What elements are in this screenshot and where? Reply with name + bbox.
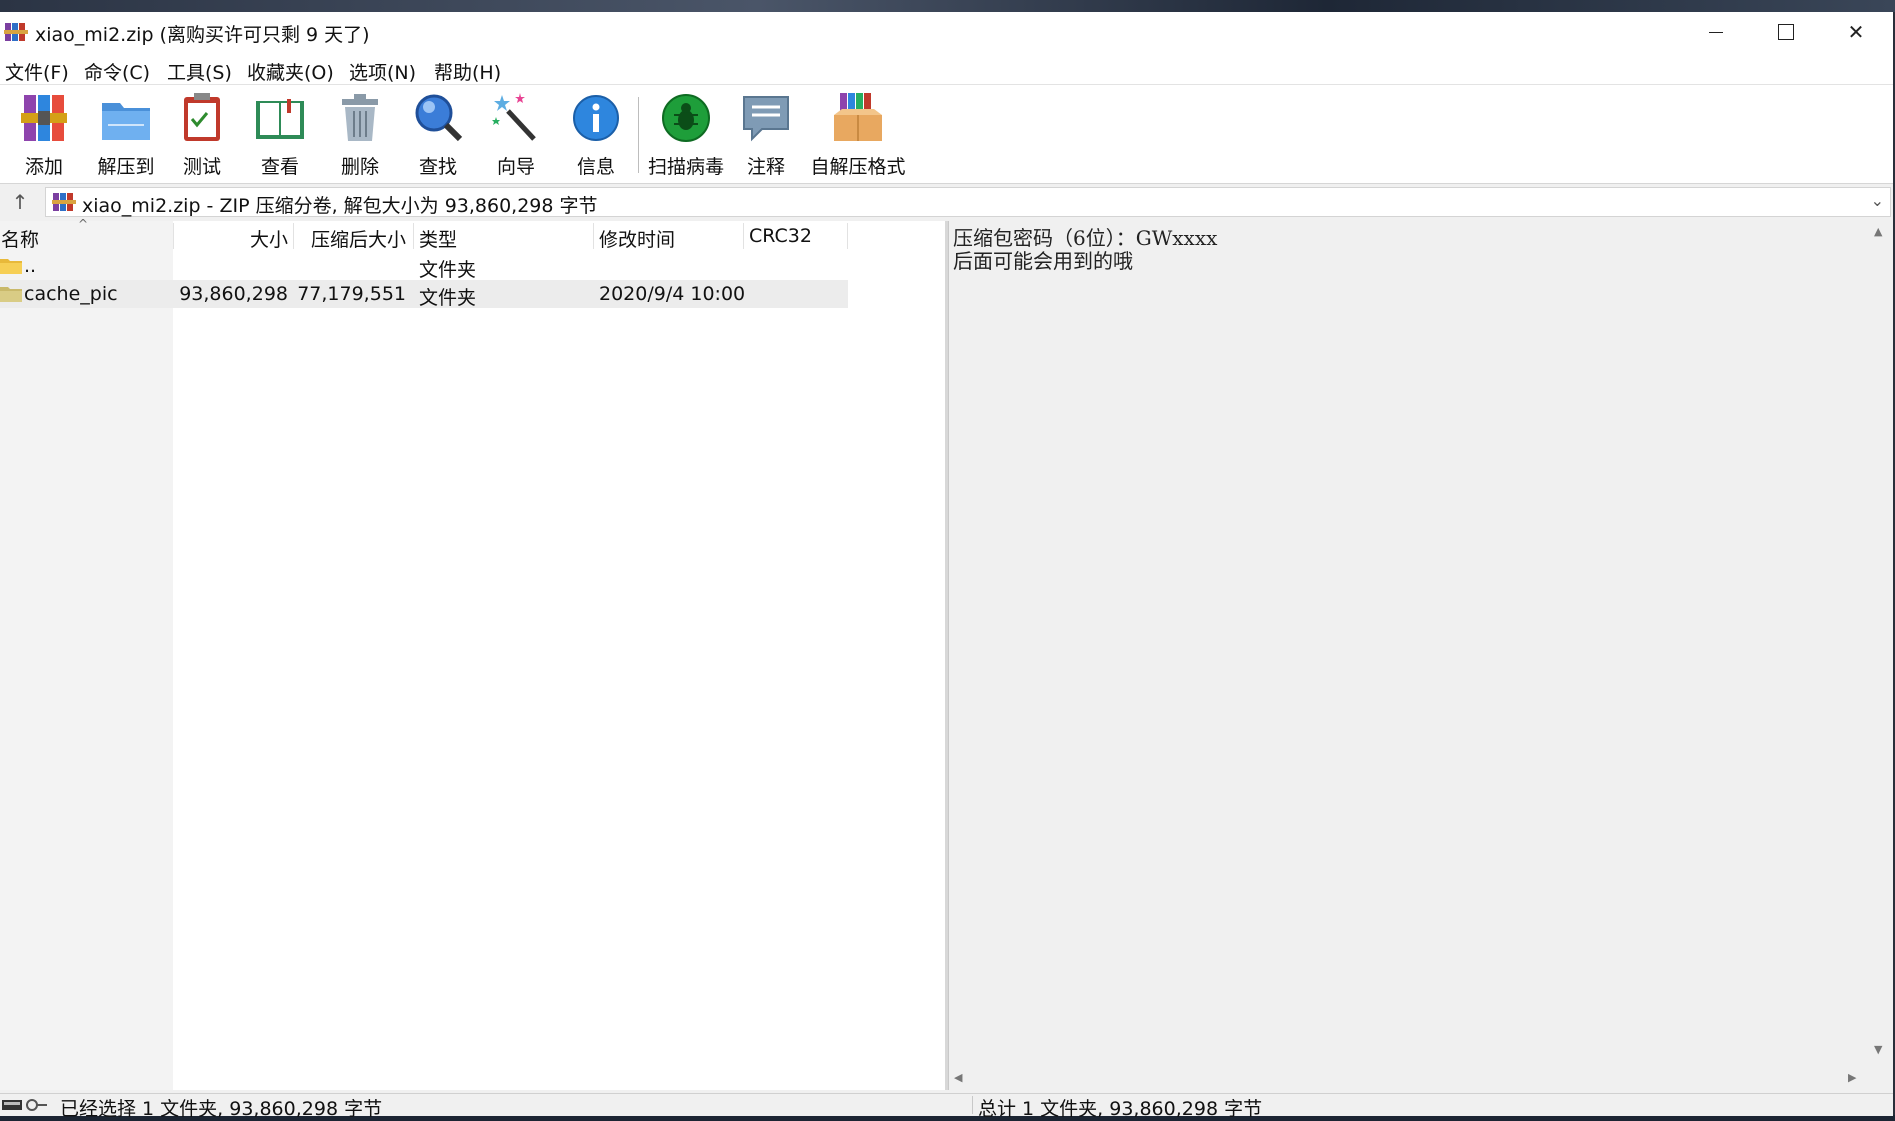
file-type: 文件夹 xyxy=(419,287,477,309)
test-button[interactable]: 测试 xyxy=(172,89,232,179)
menu-favorites[interactable]: 收藏夹(O) xyxy=(247,58,334,85)
scroll-right-icon[interactable]: ▶ xyxy=(1848,1071,1856,1084)
wizard-label: 向导 xyxy=(496,156,535,178)
table-row-parent[interactable]: .. 文件夹 xyxy=(0,252,848,281)
file-size: 93,860,298 xyxy=(179,283,288,305)
folder-icon xyxy=(0,287,22,302)
extract-to-label: 解压到 xyxy=(97,156,155,178)
info-label: 信息 xyxy=(576,156,615,178)
file-modified: 2020/9/4 10:00 xyxy=(599,283,746,305)
menu-commands[interactable]: 命令(C) xyxy=(84,58,150,85)
path-combobox[interactable]: xiao_mi2.zip - ZIP 压缩分卷, 解包大小为 93,860,29… xyxy=(45,187,1891,217)
info-button[interactable]: 信息 xyxy=(566,89,626,179)
menu-tools[interactable]: 工具(S) xyxy=(167,58,232,85)
toolbar: 添加 解压到 测试 查看 删除 查找 向导 信息 扫描病毒 注释 自解压格式 xyxy=(0,85,1893,184)
up-arrow-icon: ↑ xyxy=(11,190,29,214)
close-icon: ✕ xyxy=(1847,20,1865,44)
status-selection: 已经选择 1 文件夹, 93,860,298 字节 xyxy=(60,1098,383,1120)
column-header-crc[interactable]: CRC32 xyxy=(749,225,812,255)
file-type: 文件夹 xyxy=(419,259,477,281)
comment-icon xyxy=(743,96,789,142)
column-divider[interactable] xyxy=(743,223,744,249)
magic-wand-icon xyxy=(492,93,536,141)
folder-icon xyxy=(0,259,22,274)
path-text: xiao_mi2.zip - ZIP 压缩分卷, 解包大小为 93,860,29… xyxy=(82,195,598,217)
status-divider xyxy=(972,1096,973,1114)
virus-scan-icon xyxy=(662,94,710,142)
winrar-app-icon xyxy=(4,23,28,41)
archive-icon xyxy=(52,193,76,211)
drive-key-icon xyxy=(2,1099,47,1111)
info-icon xyxy=(573,95,619,141)
find-button[interactable]: 查找 xyxy=(408,89,468,179)
table-row-cache-pic[interactable]: cache_pic 93,860,298 77,179,551 文件夹 2020… xyxy=(0,280,848,309)
winrar-window: xiao_mi2.zip (离购买许可只剩 9 天了) ✕ 文件(F) 命令(C… xyxy=(0,12,1895,1120)
scan-virus-label: 扫描病毒 xyxy=(647,156,724,178)
view-label: 查看 xyxy=(260,156,299,178)
test-clipboard-icon xyxy=(184,93,220,141)
status-bar: 已经选择 1 文件夹, 93,860,298 字节 总计 1 文件夹, 93,8… xyxy=(0,1093,1893,1120)
magnifier-icon xyxy=(415,94,463,142)
minimize-button[interactable] xyxy=(1681,12,1751,52)
column-divider[interactable] xyxy=(847,223,848,249)
add-button[interactable]: 添加 xyxy=(14,89,74,179)
close-button[interactable]: ✕ xyxy=(1821,12,1891,52)
column-header-name[interactable]: 名称 xyxy=(1,225,39,255)
extract-folder-icon xyxy=(102,103,150,140)
trash-icon xyxy=(342,94,378,141)
sort-ascending-icon: ^ xyxy=(78,217,89,231)
menu-file[interactable]: 文件(F) xyxy=(5,58,69,85)
column-header-packed[interactable]: 压缩后大小 xyxy=(294,225,406,255)
scroll-left-icon[interactable]: ◀ xyxy=(954,1071,962,1084)
menu-options[interactable]: 选项(N) xyxy=(349,58,416,85)
file-name: .. xyxy=(24,255,37,277)
archive-comment-pane: 压缩包密码（6位）：GWxxxx 后面可能会用到的哦 xyxy=(948,221,1868,1090)
menu-help[interactable]: 帮助(H) xyxy=(434,58,501,85)
sfx-button[interactable]: 自解压格式 xyxy=(810,89,906,179)
column-header-size[interactable]: 大小 xyxy=(174,225,288,255)
comment-label: 注释 xyxy=(746,156,785,178)
scroll-down-icon[interactable]: ▼ xyxy=(1874,1043,1882,1056)
up-button[interactable]: ↑ xyxy=(8,191,32,213)
file-name: cache_pic xyxy=(24,283,118,305)
sfx-label: 自解压格式 xyxy=(810,156,906,178)
desktop-background xyxy=(0,0,1895,12)
status-total: 总计 1 文件夹, 93,860,298 字节 xyxy=(978,1098,1263,1120)
add-label: 添加 xyxy=(24,156,63,178)
extract-to-button[interactable]: 解压到 xyxy=(94,89,158,179)
scroll-up-icon[interactable]: ▲ xyxy=(1874,225,1882,238)
view-book-icon xyxy=(256,99,304,139)
address-bar: ↑ xiao_mi2.zip - ZIP 压缩分卷, 解包大小为 93,860,… xyxy=(0,184,1893,220)
test-label: 测试 xyxy=(182,156,221,178)
name-column-background xyxy=(0,221,173,1090)
file-list: 名称 ^ 大小 压缩后大小 类型 修改时间 CRC32 .. 文件夹 cache… xyxy=(0,217,945,1090)
maximize-button[interactable] xyxy=(1751,12,1821,52)
find-label: 查找 xyxy=(418,156,457,178)
menu-bar: 文件(F) 命令(C) 工具(S) 收藏夹(O) 选项(N) 帮助(H) xyxy=(0,52,1893,85)
comment-line-2: 后面可能会用到的哦 xyxy=(953,249,1133,273)
column-header-type[interactable]: 类型 xyxy=(419,225,457,255)
delete-button[interactable]: 删除 xyxy=(330,89,390,179)
delete-label: 删除 xyxy=(340,156,379,178)
title-bar: xiao_mi2.zip (离购买许可只剩 9 天了) ✕ xyxy=(0,12,1893,52)
minimize-icon xyxy=(1709,31,1723,33)
chevron-down-icon[interactable]: ⌄ xyxy=(1871,191,1884,210)
column-divider[interactable] xyxy=(593,223,594,249)
file-packed-size: 77,179,551 xyxy=(297,283,406,305)
add-archive-icon xyxy=(21,95,67,141)
horizontal-scrollbar[interactable]: ◀ ▶ xyxy=(948,1069,1867,1089)
column-header-modified[interactable]: 修改时间 xyxy=(599,225,675,255)
vertical-scrollbar[interactable]: ▲ ▼ xyxy=(1867,221,1891,1081)
comment-button[interactable]: 注释 xyxy=(736,89,796,179)
scan-virus-button[interactable]: 扫描病毒 xyxy=(646,89,726,179)
column-divider[interactable] xyxy=(413,223,414,249)
wizard-button[interactable]: 向导 xyxy=(486,89,546,179)
window-title: xiao_mi2.zip (离购买许可只剩 9 天了) xyxy=(35,24,370,46)
sfx-box-icon xyxy=(834,93,882,141)
toolbar-separator xyxy=(638,97,639,173)
maximize-icon xyxy=(1778,24,1794,40)
view-button[interactable]: 查看 xyxy=(250,89,310,179)
